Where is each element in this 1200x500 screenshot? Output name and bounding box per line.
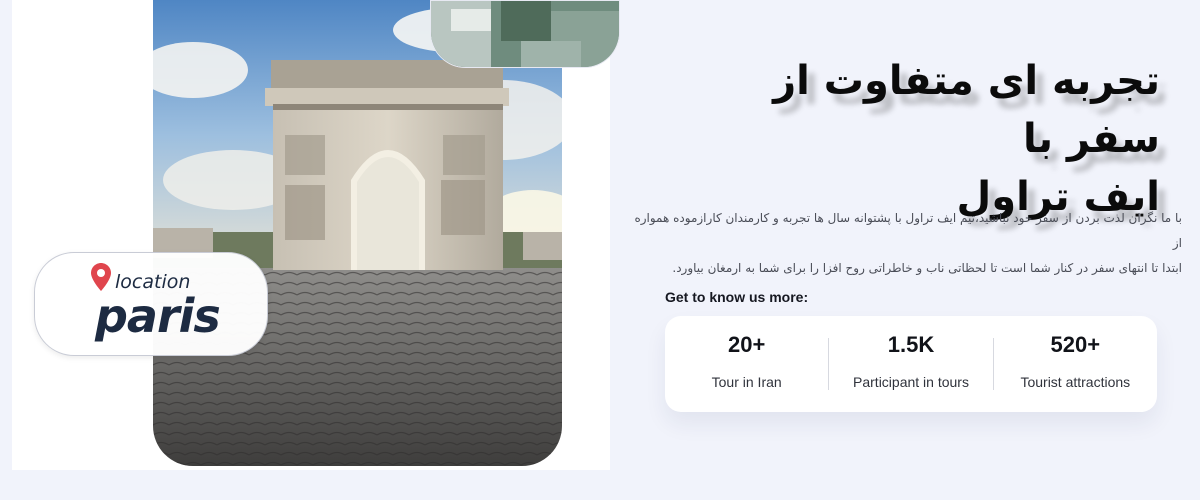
stat-label: Participant in tours — [853, 374, 969, 390]
stat-participants: 1.5K Participant in tours — [828, 332, 992, 390]
stat-label: Tourist attractions — [1020, 374, 1131, 390]
city-aerial-photo — [430, 0, 620, 68]
map-pin-icon — [91, 263, 111, 291]
location-card: location paris — [34, 252, 268, 356]
stat-value: 20+ — [728, 332, 766, 357]
stat-attractions: 520+ Tourist attractions — [992, 332, 1157, 390]
hero-description: با ما نگران لذت بردن از سفر خود نباشید،ت… — [622, 206, 1182, 281]
hero-title: تجربه ای متفاوت از سفر با ایف تراول — [740, 52, 1160, 226]
hero-title-line1: تجربه ای متفاوت از سفر با — [773, 58, 1160, 162]
stat-value: 1.5K — [887, 332, 935, 357]
arc-de-triomphe-photo — [153, 0, 562, 466]
hero-image-panel: location paris — [12, 0, 620, 470]
stat-tours: 20+ Tour in Iran — [665, 332, 828, 390]
location-city: paris — [95, 289, 221, 343]
stats-card: 20+ Tour in Iran 1.5K Participant in tou… — [665, 316, 1157, 412]
hero-description-line1: با ما نگران لذت بردن از سفر خود نباشید،ت… — [634, 211, 1182, 250]
stat-value: 520+ — [1050, 332, 1101, 357]
hero-description-line2: ابتدا تا انتهای سفر در کنار شما است تا ل… — [672, 261, 1182, 275]
stats-heading: Get to know us more: — [665, 289, 809, 305]
stat-label: Tour in Iran — [711, 374, 782, 390]
